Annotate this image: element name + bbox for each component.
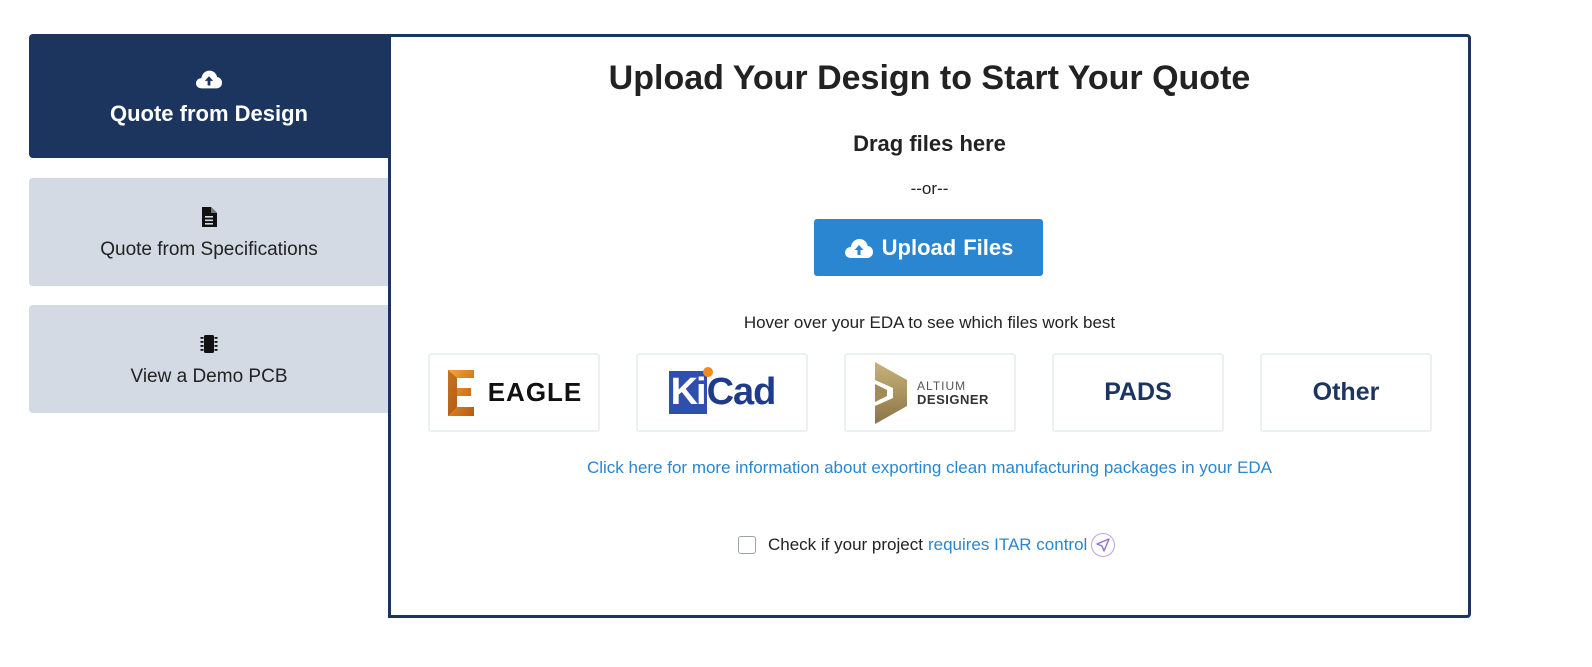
document-icon [195, 203, 223, 231]
quote-page: Quote from Design Quote from Specificati… [0, 0, 1592, 667]
itar-control: Check if your project requires ITAR cont… [738, 533, 1116, 557]
pads-label: PADS [1104, 378, 1172, 406]
other-label: Other [1312, 378, 1380, 406]
or-separator: --or-- [910, 179, 949, 198]
kicad-wordmark-cad: Cad [706, 371, 777, 413]
export-info-link[interactable]: Click here for more information about ex… [391, 458, 1468, 478]
tab-view-demo-pcb[interactable]: View a Demo PCB [29, 305, 389, 413]
eda-hint: Hover over your EDA to see which files w… [743, 313, 1116, 332]
upload-button-label-1: Upload [881, 234, 957, 260]
eagle-wordmark: EAGLE [487, 377, 583, 407]
kicad-logo: Ki Cad [668, 367, 777, 414]
upload-button-label-2: Files [963, 234, 1014, 260]
kicad-wordmark-ki: Ki [668, 371, 707, 414]
page-title: Upload Your Design to Start Your Quote [608, 59, 1251, 97]
tab-label: View a Demo PCB [130, 366, 288, 387]
tab-label: Quote from Design [109, 101, 308, 126]
cloud-upload-icon [844, 237, 874, 259]
tab-label: Quote from Specifications [100, 239, 318, 260]
eda-card-eagle[interactable]: EAGLE [428, 353, 600, 432]
drop-zone-label: Drag files here [853, 131, 1006, 156]
eda-card-other[interactable]: Other [1260, 353, 1432, 432]
upload-files-button[interactable]: Upload Files [814, 219, 1043, 276]
tab-quote-from-design[interactable]: Quote from Design [29, 34, 389, 158]
navigation-arrow-icon[interactable] [1091, 533, 1116, 557]
itar-label: Check if your project [768, 535, 923, 554]
eda-card-kicad[interactable]: Ki Cad [636, 353, 808, 432]
upload-panel: Upload Your Design to Start Your Quote D… [388, 34, 1471, 618]
eagle-e-icon [447, 369, 474, 416]
itar-link[interactable]: requires ITAR control [928, 535, 1087, 555]
kicad-dot-icon [702, 367, 713, 377]
itar-checkbox[interactable] [738, 536, 756, 554]
chip-icon [195, 330, 223, 358]
eda-card-pads[interactable]: PADS [1052, 353, 1224, 432]
altium-logo: ALTIUM DESIGNER [871, 361, 989, 424]
eda-card-altium[interactable]: ALTIUM DESIGNER [844, 353, 1016, 432]
altium-a-icon [875, 361, 908, 424]
cloud-upload-icon [195, 65, 223, 93]
tab-quote-from-specifications[interactable]: Quote from Specifications [29, 178, 389, 286]
altium-wordmark-top: ALTIUM [917, 378, 967, 393]
eagle-logo: EAGLE [446, 369, 583, 416]
altium-wordmark-bottom: DESIGNER [917, 391, 989, 407]
